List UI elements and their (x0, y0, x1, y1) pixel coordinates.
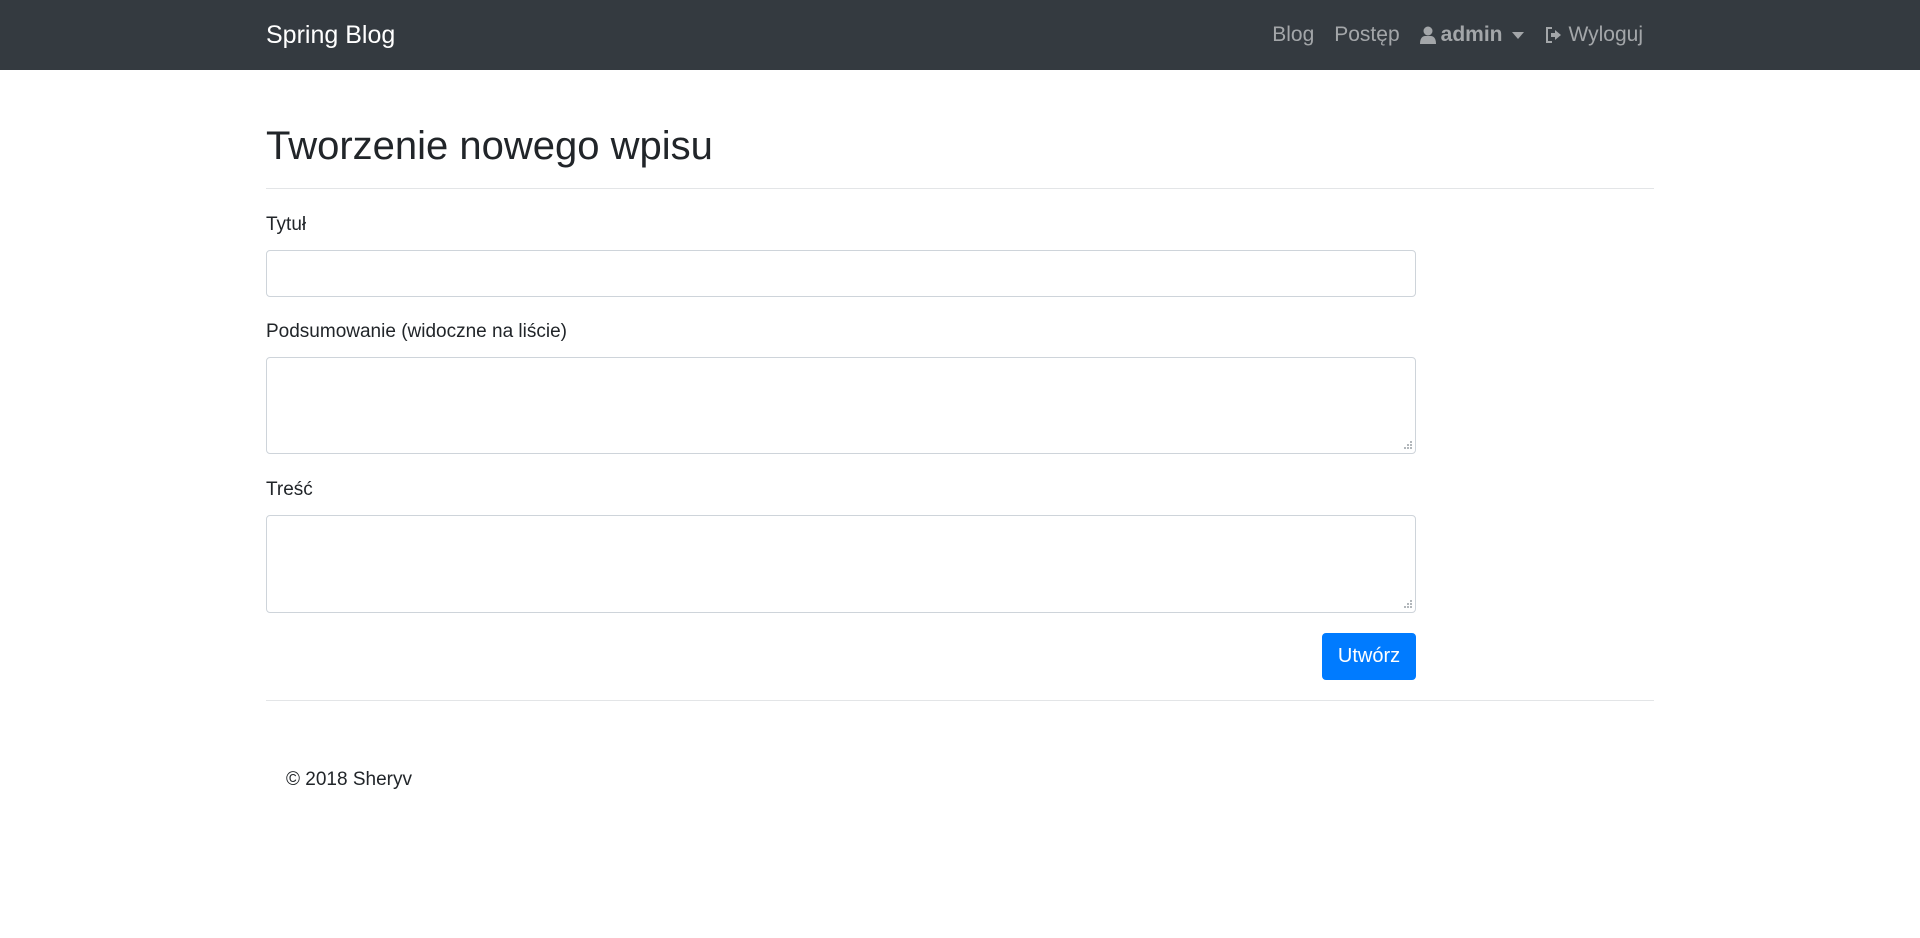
page-title: Tworzenie nowego wpisu (266, 124, 713, 168)
chevron-down-icon (1512, 31, 1525, 39)
summary-label: Podsumowanie (widoczne na liście) (266, 321, 567, 342)
logout-link[interactable]: Wyloguj (1544, 23, 1643, 47)
sign-out-icon (1546, 27, 1562, 43)
user-dropdown[interactable]: Postęp admin (1334, 23, 1525, 47)
summary-textarea[interactable] (266, 357, 1416, 454)
summary-resize-handle[interactable] (1403, 440, 1413, 450)
create-button[interactable]: Utwórz (1322, 633, 1416, 680)
logout-label: Wyloguj (1568, 23, 1643, 46)
title-divider (266, 188, 1654, 189)
top-navbar: Spring Blog Blog Postęp admin Wyloguj (0, 0, 1920, 70)
nav-link-progress[interactable]: Postęp (1334, 23, 1399, 47)
brand-link[interactable]: Spring Blog (266, 19, 395, 51)
navbar-menu: Blog Postęp admin Wyloguj (1272, 0, 1643, 70)
content-label: Treść (266, 479, 313, 500)
user-dropdown-label: admin (1440, 23, 1503, 46)
title-label: Tytuł (266, 214, 307, 235)
user-icon (1419, 26, 1436, 44)
form-divider (266, 700, 1654, 701)
title-input[interactable] (266, 250, 1416, 297)
content-resize-handle[interactable] (1403, 599, 1413, 609)
content-textarea[interactable] (266, 515, 1416, 613)
footer-copyright: © 2018 Sheryv (286, 769, 412, 790)
nav-link-blog[interactable]: Blog (1272, 23, 1314, 47)
